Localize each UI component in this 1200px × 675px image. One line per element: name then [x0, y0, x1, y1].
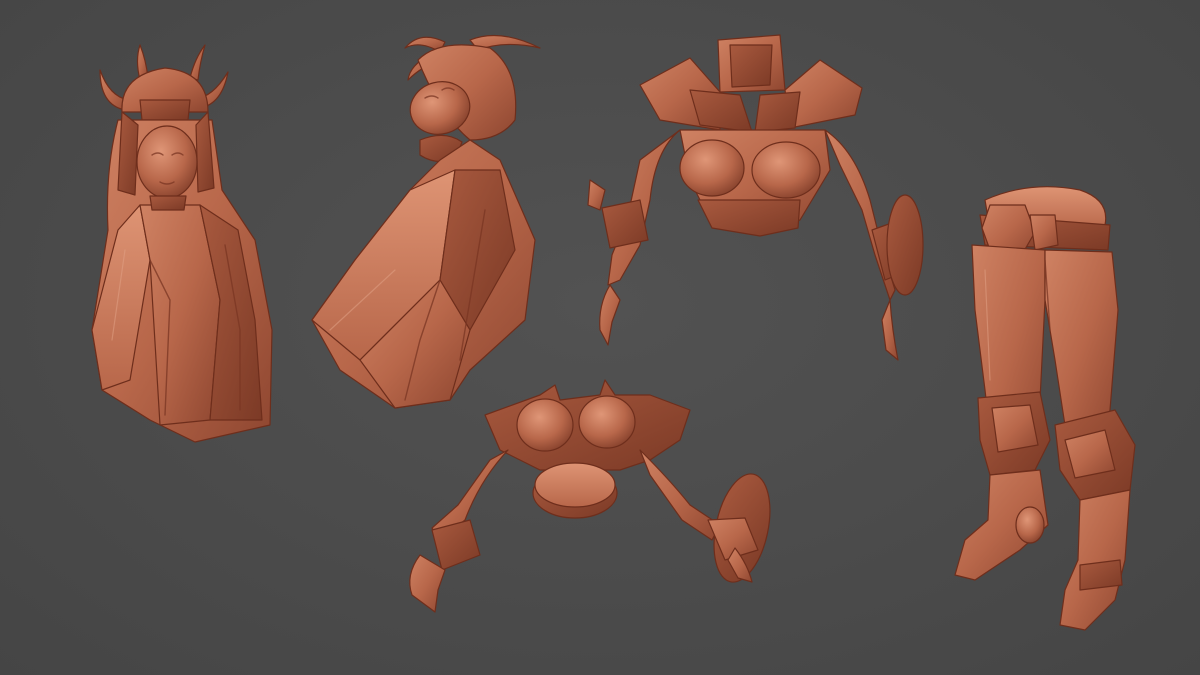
torso-top-piece[interactable]: [409, 379, 779, 613]
sculpt-canvas[interactable]: [0, 0, 1200, 675]
head-tilted-piece[interactable]: [311, 34, 541, 409]
torso-front-piece[interactable]: [587, 34, 924, 361]
head-front-piece[interactable]: [91, 44, 273, 443]
legs-piece[interactable]: [954, 186, 1136, 631]
sculpt-viewport[interactable]: [0, 0, 1200, 675]
